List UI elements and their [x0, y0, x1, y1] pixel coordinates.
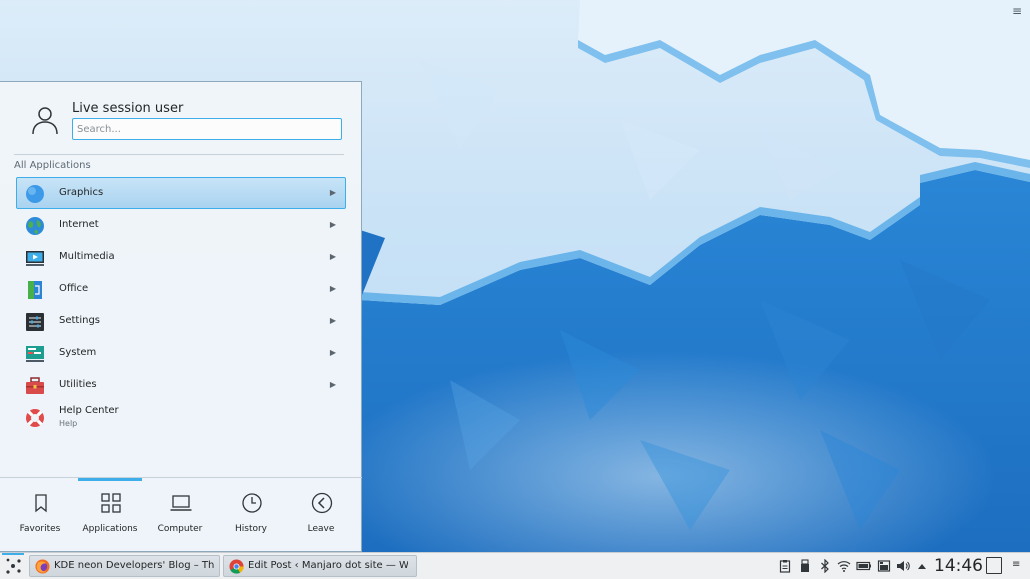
- task-label: Edit Post ‹ Manjaro dot site — Wor...: [248, 560, 408, 571]
- office-icon: [28, 281, 42, 299]
- expand-tray-icon[interactable]: [915, 559, 929, 573]
- task-chrome[interactable]: Edit Post ‹ Manjaro dot site — Wor...: [223, 555, 417, 577]
- user-name: Live session user: [72, 101, 184, 116]
- chevron-right-icon: ▶: [329, 284, 336, 293]
- tab-history[interactable]: History: [216, 478, 286, 538]
- bluetooth-icon[interactable]: [818, 558, 832, 574]
- system-monitor-icon: [26, 346, 44, 362]
- launcher-tab-bar: Favorites Applications Computer History …: [0, 477, 362, 554]
- user-avatar-icon[interactable]: [29, 104, 61, 136]
- settings-sliders-icon: [26, 313, 44, 331]
- app-category-internet[interactable]: Internet ▶: [16, 209, 346, 241]
- app-category-label: System: [59, 347, 97, 358]
- app-category-settings[interactable]: Settings ▶: [16, 305, 346, 337]
- app-category-office[interactable]: Office ▶: [16, 273, 346, 305]
- tab-label: Computer: [157, 524, 203, 534]
- app-category-label: Utilities: [59, 379, 97, 390]
- clipboard-icon[interactable]: [778, 559, 792, 573]
- tab-computer[interactable]: Computer: [145, 478, 215, 538]
- usb-drive-icon[interactable]: [798, 559, 812, 573]
- desktop-toolbox-menu-icon[interactable]: ≡: [1010, 4, 1024, 18]
- storage-icon[interactable]: [877, 559, 891, 573]
- app-help-center[interactable]: Help Center Help: [16, 401, 346, 433]
- application-launcher-button-icon[interactable]: [4, 556, 24, 576]
- application-list: Graphics ▶ Internet ▶ Multimedia ▶ Offic…: [16, 177, 346, 433]
- chevron-right-icon: ▶: [329, 188, 336, 197]
- toolbox-icon: [26, 377, 44, 394]
- panel-menu-icon[interactable]: ≡: [1012, 559, 1022, 573]
- header-divider: [14, 154, 344, 155]
- user-header: Live session user: [0, 82, 362, 152]
- taskbar-panel: KDE neon Developers' Blog – The ... Edit…: [0, 552, 1030, 579]
- lifebuoy-icon: [26, 409, 44, 427]
- volume-icon[interactable]: [896, 559, 910, 573]
- tab-leave[interactable]: Leave: [286, 478, 356, 538]
- tab-label: Leave: [307, 524, 335, 534]
- show-desktop-button[interactable]: [986, 557, 1002, 574]
- chevron-right-icon: ▶: [329, 252, 336, 261]
- task-firefox[interactable]: KDE neon Developers' Blog – The ...: [29, 555, 220, 577]
- digital-clock[interactable]: 14:46: [934, 556, 983, 576]
- app-category-label: Office: [59, 283, 89, 294]
- tab-label: Favorites: [19, 524, 61, 534]
- clock-icon: [242, 493, 262, 513]
- chevron-right-icon: ▶: [329, 220, 336, 229]
- app-label: Help Center: [59, 405, 119, 416]
- firefox-icon: [35, 559, 50, 574]
- app-category-multimedia[interactable]: Multimedia ▶: [16, 241, 346, 273]
- search-input[interactable]: [72, 118, 342, 140]
- application-launcher: Live session user All Applications Graph…: [0, 81, 362, 552]
- app-category-label: Graphics: [59, 187, 104, 198]
- section-title: All Applications: [14, 160, 91, 171]
- tab-label: Applications: [82, 524, 138, 534]
- graphics-icon: [26, 185, 44, 203]
- grid-icon: [101, 493, 121, 513]
- task-label: KDE neon Developers' Blog – The ...: [54, 560, 214, 571]
- app-category-graphics[interactable]: Graphics ▶: [16, 177, 346, 209]
- app-category-label: Settings: [59, 315, 101, 326]
- tab-label: History: [234, 524, 268, 534]
- chevron-right-icon: ▶: [329, 316, 336, 325]
- wifi-icon[interactable]: [837, 559, 851, 573]
- app-category-system[interactable]: System ▶: [16, 337, 346, 369]
- chevron-right-icon: ▶: [329, 380, 336, 389]
- chevron-right-icon: ▶: [329, 348, 336, 357]
- multimedia-icon: [26, 251, 44, 266]
- app-category-label: Internet: [59, 219, 99, 230]
- app-category-utilities[interactable]: Utilities ▶: [16, 369, 346, 401]
- internet-globe-icon: [26, 217, 44, 235]
- bookmark-icon: [35, 494, 47, 513]
- app-sublabel: Help: [59, 419, 78, 428]
- battery-icon[interactable]: [856, 559, 872, 573]
- app-category-label: Multimedia: [59, 251, 115, 262]
- back-arrow-icon: [311, 492, 333, 514]
- launcher-active-indicator: [2, 553, 24, 555]
- chrome-icon: [229, 559, 244, 574]
- laptop-icon: [170, 495, 192, 511]
- tab-favorites[interactable]: Favorites: [5, 478, 75, 538]
- tab-applications[interactable]: Applications: [75, 478, 145, 538]
